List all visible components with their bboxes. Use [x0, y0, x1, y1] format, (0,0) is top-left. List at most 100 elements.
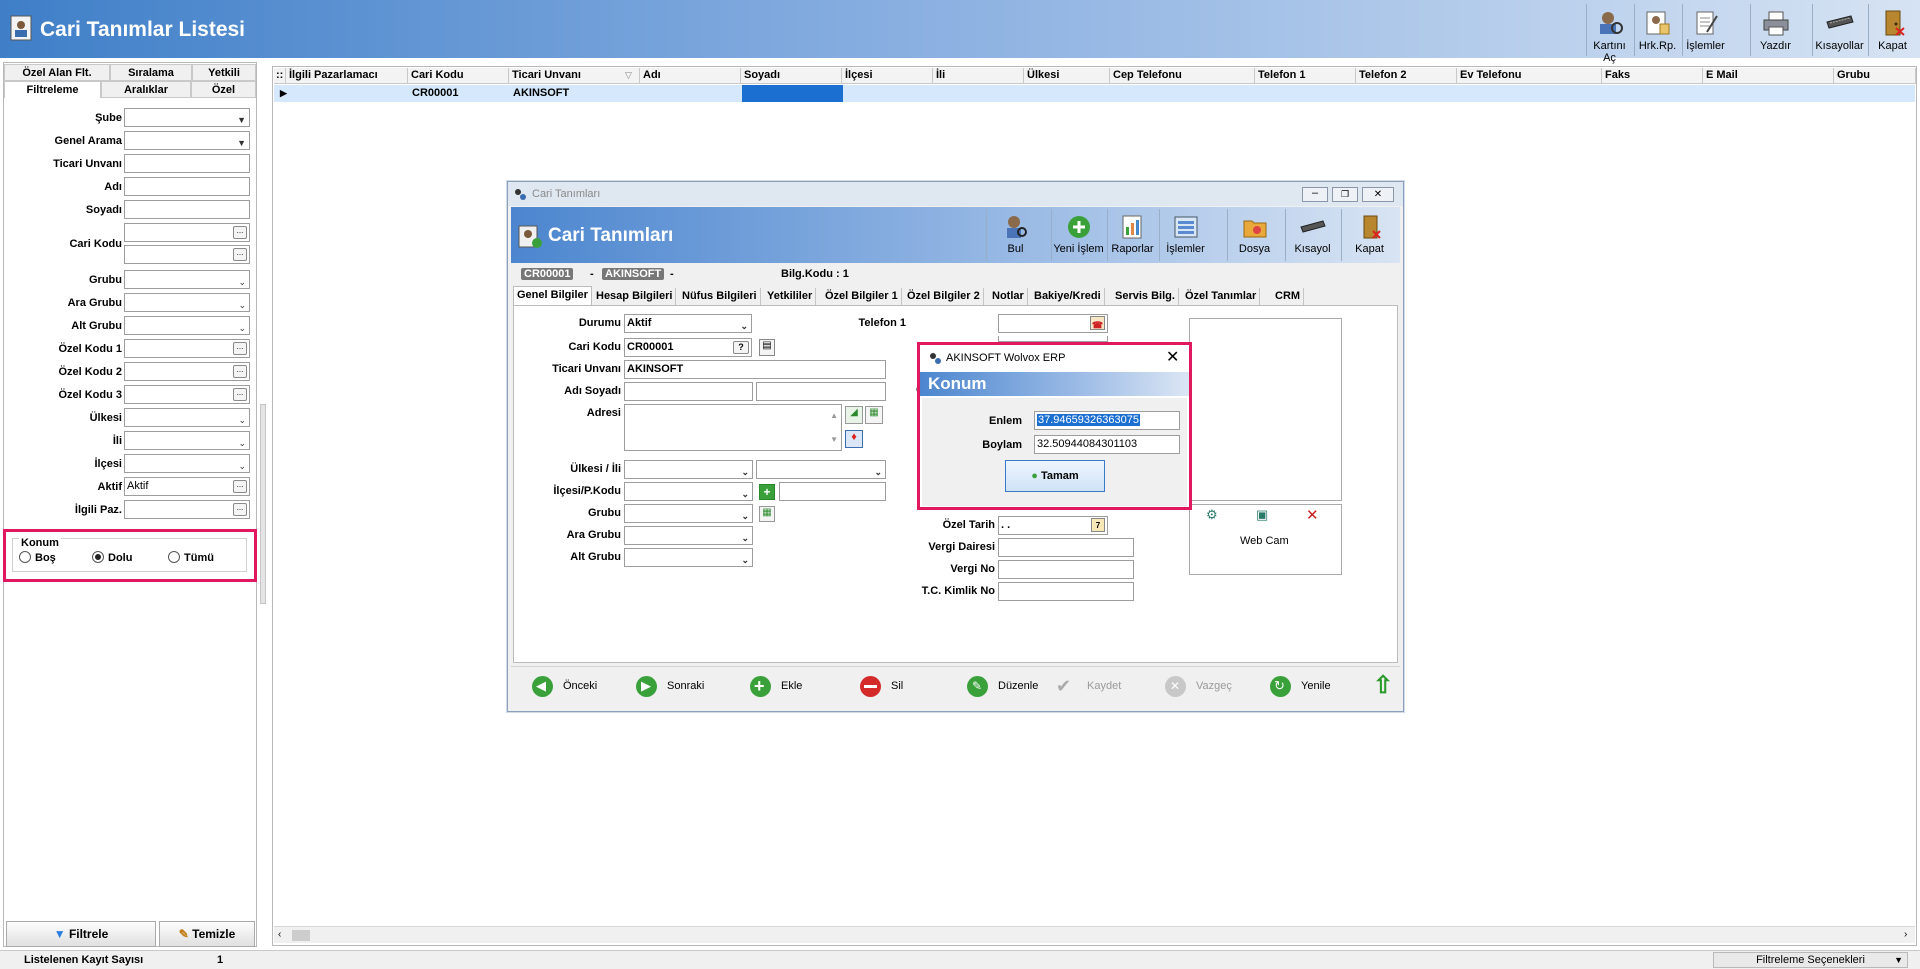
ara-grubu-select[interactable]: ⌄ [124, 293, 250, 312]
durum-select[interactable]: Aktif ⌄ [624, 314, 752, 333]
col-header-ilcesi[interactable]: İlçesi [842, 68, 933, 84]
enlem-input[interactable]: 37.94659326363075 [1034, 411, 1180, 430]
ulkesi-select[interactable]: ⌄ [624, 460, 753, 479]
find-button[interactable]: Bul [986, 209, 1044, 261]
ellipsis-icon[interactable]: ... [233, 365, 247, 378]
col-header-e-mail[interactable]: E Mail [1703, 68, 1834, 84]
delete-photo-icon[interactable]: ✕ [1306, 506, 1319, 524]
scroll-left-icon[interactable]: ‹ [278, 929, 281, 940]
close-window-button[interactable]: ✕ [1362, 187, 1394, 202]
ellipsis-icon[interactable]: ... [233, 342, 247, 355]
shortcut-button[interactable]: Kısayol [1285, 209, 1339, 261]
print-button[interactable]: Yazdır [1750, 4, 1800, 56]
cari-kodu-input[interactable]: CR00001? [624, 338, 752, 357]
ozel-tarih-input[interactable]: . . 7 [998, 516, 1108, 535]
cari-window-titlebar[interactable]: Cari Tanımları – ❐ ✕ [508, 182, 1403, 206]
horizontal-scrollbar[interactable]: ‹ › [274, 926, 1915, 943]
col-header-ticari-unvani[interactable]: Ticari Unvanı [509, 68, 640, 84]
col-header-faks[interactable]: Faks [1602, 68, 1703, 84]
open-card-button[interactable]: Kartını Aç [1586, 4, 1632, 64]
restore-button[interactable]: ❐ [1332, 187, 1358, 202]
adi-input[interactable] [624, 382, 753, 401]
ozel-kodu-2-input[interactable]: ... [124, 362, 250, 381]
tab-bakiye-kredi[interactable]: Bakiye/Kredi [1031, 288, 1105, 305]
grid-icon[interactable]: ▦ [865, 406, 883, 424]
col-header-adi[interactable]: Adı [640, 68, 741, 84]
cancel-button[interactable]: ✕ Vazgeç [1165, 671, 1255, 701]
phone-icon[interactable]: ☎ [1090, 316, 1105, 330]
col-header-ev-telefonu[interactable]: Ev Telefonu [1457, 68, 1602, 84]
grubu-select[interactable]: ⌄ [124, 270, 250, 289]
photo-box[interactable] [1189, 318, 1342, 501]
ellipsis-icon[interactable]: ... [233, 226, 247, 239]
col-header-telefon-1[interactable]: Telefon 1 [1255, 68, 1356, 84]
cari-kodu-from-input[interactable]: ... [124, 223, 250, 242]
add-button[interactable]: + Ekle [750, 671, 830, 701]
tab-ozel-bilgiler-2[interactable]: Özel Bilgiler 2 [904, 288, 984, 305]
filter-options-button[interactable]: Filtreleme Seçenekleri ▼ [1713, 952, 1908, 968]
genel-arama-select[interactable]: ▼ [124, 131, 250, 150]
help-icon[interactable]: ? [733, 341, 749, 354]
scroll-up-icon[interactable]: ▲ [830, 407, 838, 424]
tc-kimlik-input[interactable] [998, 582, 1134, 601]
ticari-unvani-input[interactable]: AKINSOFT [624, 360, 886, 379]
adresi-textarea[interactable]: ▲ ▼ [624, 404, 842, 451]
close-app-button[interactable]: Kapat [1868, 4, 1916, 56]
tab-ozel-alan-flt[interactable]: Özel Alan Flt. [4, 64, 110, 81]
col-header-grubu[interactable]: Grubu [1834, 68, 1916, 84]
aktif-input[interactable]: Aktif... [124, 477, 250, 496]
ilcesi-select[interactable]: ⌄ [624, 482, 753, 501]
ozel-kodu-3-input[interactable]: ... [124, 385, 250, 404]
ozel-kodu-1-input[interactable]: ... [124, 339, 250, 358]
clear-button[interactable]: ✎ Temizle [159, 921, 255, 947]
tab-hesap-bilgileri[interactable]: Hesap Bilgileri [593, 288, 677, 305]
ok-button[interactable]: ● Tamam [1005, 460, 1105, 492]
close-cari-button[interactable]: Kapat [1341, 209, 1397, 261]
ili-select[interactable]: ⌄ [756, 460, 886, 479]
konum-tumu-radio[interactable] [168, 551, 180, 563]
new-operation-button[interactable]: Yeni İşlem [1051, 209, 1105, 261]
alt-grubu-select[interactable]: ⌄ [624, 548, 753, 567]
monitor-icon[interactable]: ▣ [1256, 507, 1268, 523]
go-up-icon[interactable]: ⇧ [1373, 671, 1393, 700]
shortcuts-button[interactable]: Kısayollar [1812, 4, 1866, 56]
scroll-down-icon[interactable]: ▼ [830, 431, 838, 448]
edit-button[interactable]: ✎ Düzenle [967, 671, 1057, 701]
grubu-select[interactable]: ⌄ [624, 504, 753, 523]
minimize-button[interactable]: – [1302, 187, 1328, 202]
tab-ozel-tanimlar[interactable]: Özel Tanımlar [1182, 288, 1261, 305]
tab-crm[interactable]: CRM [1272, 288, 1305, 305]
tab-siralama[interactable]: Sıralama [110, 64, 192, 81]
sube-select[interactable]: ▼ [124, 108, 250, 127]
tab-servis-bilg[interactable]: Servis Bilg. [1112, 288, 1179, 305]
next-button[interactable]: ▶ Sonraki [636, 671, 726, 701]
col-header-ulkesi[interactable]: Ülkesi [1024, 68, 1110, 84]
ticari-unvani-input[interactable] [124, 154, 250, 173]
tab-genel-bilgiler[interactable]: Genel Bilgiler [513, 286, 592, 305]
file-button[interactable]: Dosya [1227, 209, 1281, 261]
col-header-telefon-2[interactable]: Telefon 2 [1356, 68, 1457, 84]
tab-araliklar[interactable]: Aralıklar [101, 81, 191, 98]
location-pin-icon[interactable]: ♦ [845, 430, 863, 448]
konum-dolu-radio[interactable] [92, 551, 104, 563]
konum-bos-radio[interactable] [19, 551, 31, 563]
map-icon[interactable]: ◢ [845, 406, 863, 424]
ilcesi-select[interactable]: ⌄ [124, 454, 250, 473]
soyadi-input[interactable] [756, 382, 886, 401]
tab-ozel[interactable]: Özel [191, 81, 256, 98]
tab-ozel-bilgiler-1[interactable]: Özel Bilgiler 1 [822, 288, 902, 305]
calendar-icon[interactable]: 7 [1091, 518, 1105, 532]
refresh-button[interactable]: ↻ Yenile [1270, 671, 1360, 701]
movement-report-button[interactable]: Hrk.Rp. [1634, 4, 1680, 56]
ilgili-paz-input[interactable]: ... [124, 500, 250, 519]
tab-yetkili[interactable]: Yetkili [192, 64, 256, 81]
col-header-ili[interactable]: İli [933, 68, 1024, 84]
dialog-close-icon[interactable]: ✕ [1166, 347, 1179, 367]
delete-button[interactable]: Sil [860, 671, 940, 701]
camera-icon[interactable]: ⚙ [1206, 507, 1218, 523]
scroll-thumb[interactable] [292, 930, 310, 941]
ellipsis-icon[interactable]: ... [233, 248, 247, 261]
add-district-icon[interactable]: + [759, 484, 775, 500]
panel-splitter[interactable] [260, 404, 266, 604]
col-header-cari-kodu[interactable]: Cari Kodu [408, 68, 509, 84]
